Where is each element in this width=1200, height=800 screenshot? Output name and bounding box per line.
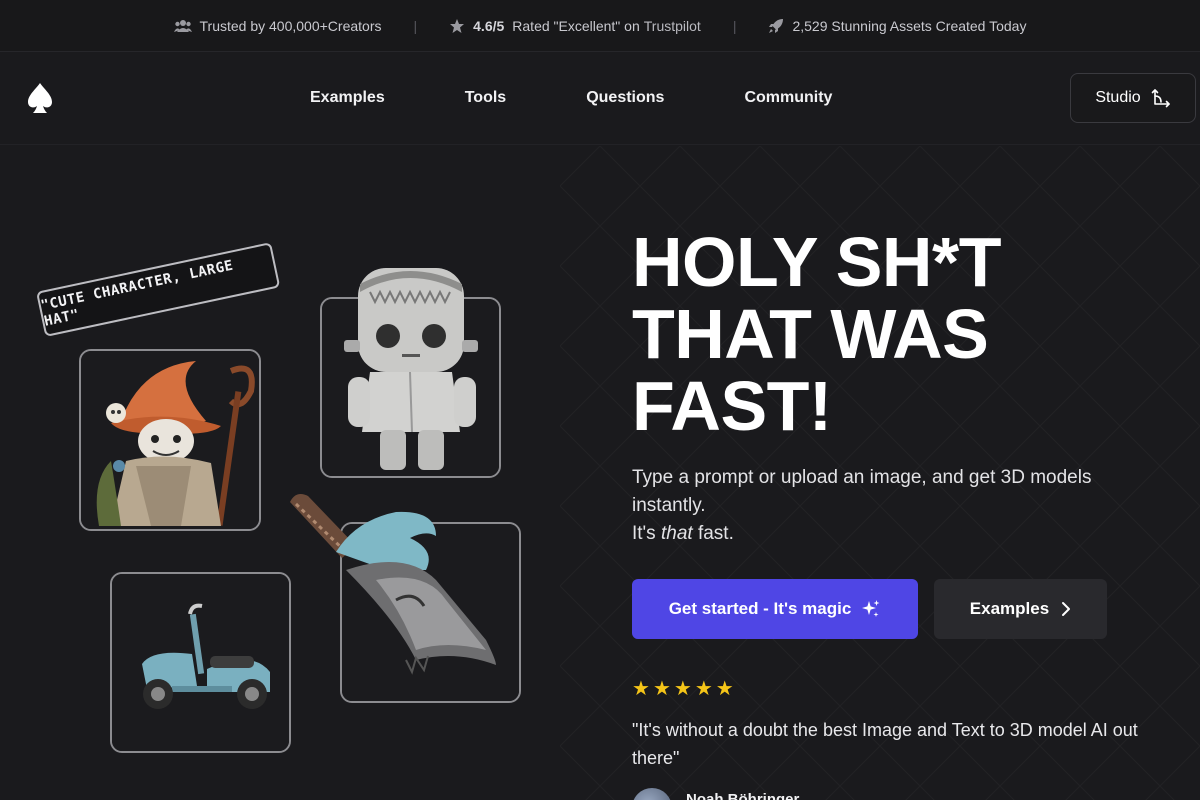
star-icon: ★ xyxy=(715,678,734,700)
subtext-post: fast. xyxy=(692,523,734,544)
headline-line: FAST! xyxy=(632,367,832,445)
top-banner: Trusted by 400,000+Creators | 4.6/5 Rate… xyxy=(0,0,1200,52)
scooter-card xyxy=(110,572,291,753)
examples-button[interactable]: Examples xyxy=(934,579,1107,639)
studio-label: Studio xyxy=(1095,89,1141,106)
subtext-pre: It's xyxy=(632,523,661,544)
trusted-text: Trusted by 400,000+Creators xyxy=(199,17,382,34)
wizard-card xyxy=(79,349,261,531)
assets-text: 2,529 Stunning Assets Created Today xyxy=(792,17,1027,34)
trusted-item: Trusted by 400,000+Creators xyxy=(173,17,382,34)
wizard-character-image xyxy=(81,351,259,529)
examples-label: Examples xyxy=(969,599,1050,618)
subtext-line1: Type a prompt or upload an image, and ge… xyxy=(632,467,1092,516)
prompt-tag-text: "CUTE CHARACTER, LARGE HAT" xyxy=(39,257,235,330)
rocket-icon xyxy=(769,18,784,33)
get-started-label: Get started - It's magic xyxy=(668,599,852,618)
nav-examples[interactable]: Examples xyxy=(310,89,385,107)
nav-links: Examples Tools Questions Community xyxy=(310,89,912,107)
rating-stars: ★ ★ ★ ★ ★ xyxy=(632,676,734,701)
studio-arrows-icon xyxy=(1151,89,1170,108)
headline-line: HOLY SH*T xyxy=(632,223,1001,301)
rating-score: 4.6/5 xyxy=(473,17,505,34)
separator: | xyxy=(732,17,737,34)
star-icon: ★ xyxy=(632,678,650,700)
headline-line: THAT WAS xyxy=(632,295,989,373)
sparkle-icon xyxy=(862,600,880,617)
get-started-button[interactable]: Get started - It's magic xyxy=(632,579,918,639)
scooter-image xyxy=(112,574,289,751)
star-icon: ★ xyxy=(652,678,671,700)
star-icon: ★ xyxy=(694,678,713,700)
main-nav: Examples Tools Questions Community Studi… xyxy=(0,53,1200,145)
users-icon xyxy=(173,19,192,32)
logo-icon[interactable] xyxy=(24,81,56,115)
rating-text: Rated "Excellent" on xyxy=(512,17,640,34)
trustpilot-link[interactable]: Trustpilot xyxy=(644,18,701,34)
nav-questions[interactable]: Questions xyxy=(586,89,664,107)
assets-item: 2,529 Stunning Assets Created Today xyxy=(768,18,1026,34)
studio-button[interactable]: Studio xyxy=(1070,73,1196,123)
chevron-right-icon xyxy=(1062,602,1071,616)
frankenstein-figure xyxy=(344,268,478,470)
star-icon xyxy=(450,18,465,33)
hero-subtext: Type a prompt or upload an image, and ge… xyxy=(632,464,1132,548)
testimonial-quote: "It's without a doubt the best Image and… xyxy=(632,720,1138,768)
separator: | xyxy=(413,17,418,34)
avatar xyxy=(632,788,672,800)
nav-community[interactable]: Community xyxy=(744,89,832,107)
nav-tools[interactable]: Tools xyxy=(465,89,506,107)
sword-figure xyxy=(290,494,496,675)
prompt-tag: "CUTE CHARACTER, LARGE HAT" xyxy=(36,242,281,337)
reviewer: Noah Böhringer xyxy=(632,788,799,800)
rating-item: 4.6/5 Rated "Excellent" on Trustpilot xyxy=(449,18,701,34)
subtext-emphasis: that xyxy=(660,523,693,544)
star-icon: ★ xyxy=(673,678,692,700)
hero-headline: HOLY SH*T THAT WAS FAST! xyxy=(632,226,1152,442)
subtext-line2: It's that fast. xyxy=(632,520,1132,548)
reviewer-name: Noah Böhringer xyxy=(686,790,800,800)
